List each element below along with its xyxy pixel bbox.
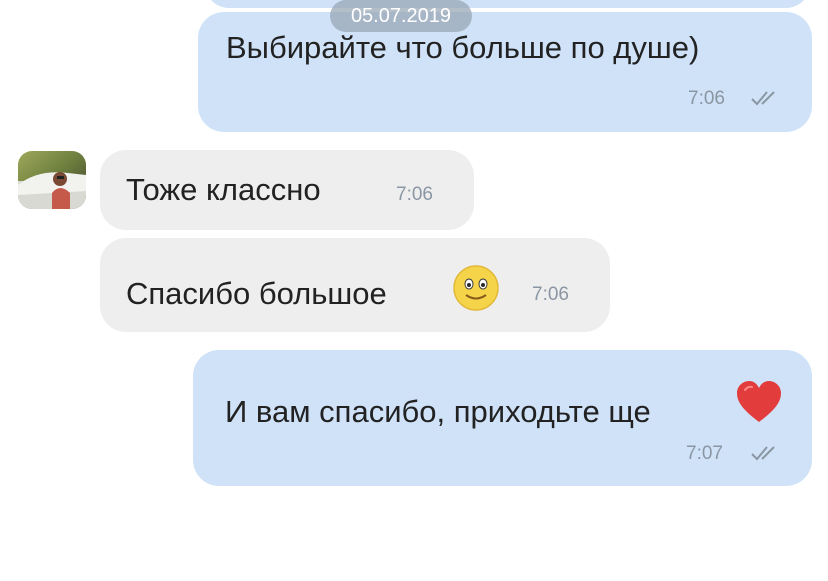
message-time: 7:07 xyxy=(686,443,723,464)
message-time: 7:06 xyxy=(688,88,725,109)
message-text: И вам спасибо, приходьте ще xyxy=(225,394,651,429)
message-time: 7:06 xyxy=(532,284,569,305)
previous-message-bubble-edge xyxy=(205,0,810,8)
message-text: Спасибо большое xyxy=(126,276,387,311)
message-time: 7:06 xyxy=(396,184,433,205)
double-check-icon xyxy=(751,91,775,106)
message-text: Выбирайте что больше по душе) xyxy=(226,30,700,65)
date-separator: 05.07.2019 xyxy=(330,0,472,32)
avatar-photo xyxy=(18,151,86,209)
message-text: Тоже классно xyxy=(126,172,321,207)
message-bubble-incoming[interactable]: Спасибо большое 7:06 xyxy=(100,238,610,332)
avatar[interactable] xyxy=(18,151,86,209)
message-bubble-outgoing[interactable]: Выбирайте что больше по душе) 7:06 xyxy=(198,12,812,132)
heart-icon xyxy=(737,381,781,422)
message-bubble-incoming[interactable]: Тоже классно 7:06 xyxy=(100,150,474,230)
double-check-icon xyxy=(751,446,775,461)
message-bubble-outgoing[interactable]: И вам спасибо, приходьте ще 7:07 xyxy=(193,350,812,486)
smiling-face-icon xyxy=(453,265,499,311)
